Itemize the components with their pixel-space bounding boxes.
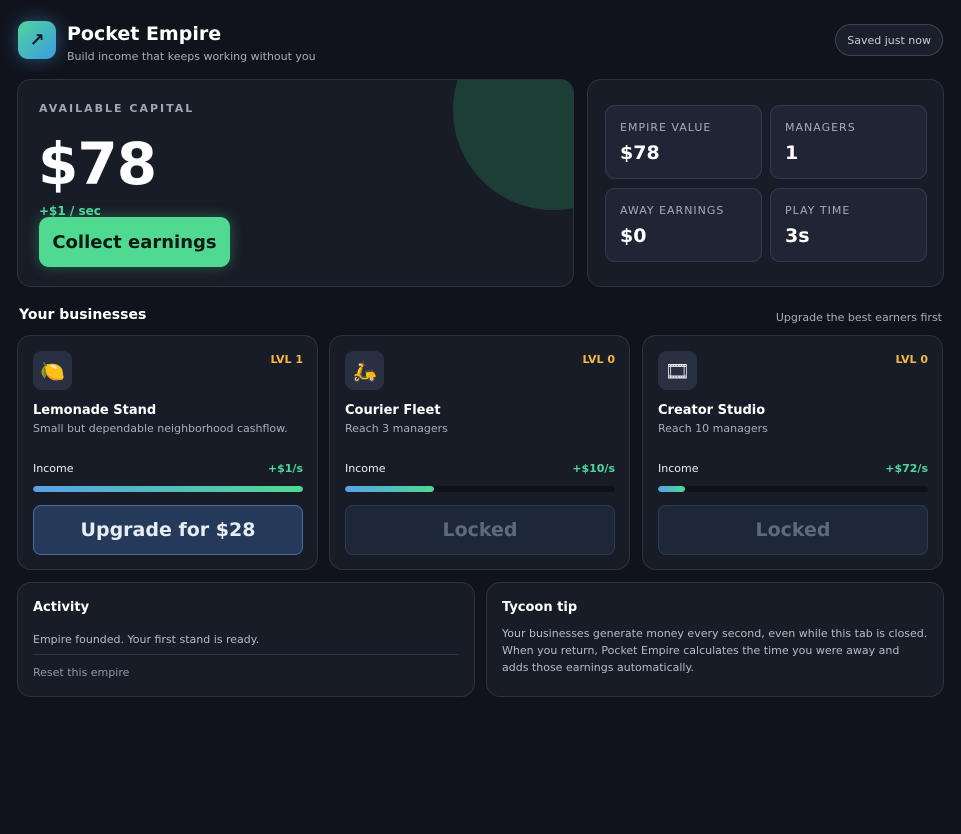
app-title: Pocket Empire: [67, 23, 222, 45]
stat-value: $78: [620, 142, 660, 164]
capital-value: $78: [38, 130, 157, 198]
stat-label: EMPIRE VALUE: [620, 121, 712, 134]
business-level-badge: LVL 0: [582, 353, 615, 366]
business-level-badge: LVL 1: [270, 353, 303, 366]
businesses-section-title: Your businesses: [19, 307, 147, 323]
scooter-icon: 🛵: [345, 351, 384, 390]
income-progress-bar: [33, 486, 303, 492]
stat-value: $0: [620, 225, 647, 247]
capital-rate: +$1 / sec: [39, 204, 101, 218]
reset-empire-link[interactable]: Reset this empire: [33, 666, 129, 679]
locked-button[interactable]: Locked: [658, 505, 928, 555]
business-card-lemonade-stand: 🍋 LVL 1 Lemonade Stand Small but dependa…: [17, 335, 318, 570]
income-label: Income: [345, 462, 386, 475]
divider: [33, 654, 459, 655]
stat-value: 3s: [785, 225, 810, 247]
collect-earnings-button[interactable]: Collect earnings: [39, 217, 230, 267]
activity-title: Activity: [33, 600, 90, 615]
capital-panel: AVAILABLE CAPITAL $78 +$1 / sec Collect …: [17, 79, 574, 287]
income-label: Income: [33, 462, 74, 475]
activity-panel: Activity Empire founded. Your first stan…: [17, 582, 475, 697]
capital-label: AVAILABLE CAPITAL: [39, 102, 195, 115]
income-value: +$1/s: [267, 462, 303, 475]
stat-label: PLAY TIME: [785, 204, 851, 217]
business-name: Creator Studio: [658, 403, 766, 418]
stat-label: AWAY EARNINGS: [620, 204, 725, 217]
income-value: +$72/s: [885, 462, 928, 475]
lemon-icon: 🍋: [33, 351, 72, 390]
app-header: ↗ Pocket Empire Build income that keeps …: [18, 21, 943, 63]
income-progress-fill: [33, 486, 303, 492]
arrow-up-right-icon: ↗: [18, 21, 56, 59]
locked-button[interactable]: Locked: [345, 505, 615, 555]
business-name: Courier Fleet: [345, 403, 441, 418]
income-progress-fill: [345, 486, 435, 492]
stats-panel: EMPIRE VALUE $78 MANAGERS 1 AWAY EARNING…: [587, 79, 944, 287]
stat-away-earnings: AWAY EARNINGS $0: [605, 188, 762, 262]
stat-label: MANAGERS: [785, 121, 856, 134]
decorative-glow: [453, 80, 573, 210]
stat-play-time: PLAY TIME 3s: [770, 188, 927, 262]
income-label: Income: [658, 462, 699, 475]
income-value: +$10/s: [572, 462, 615, 475]
income-progress-bar: [658, 486, 928, 492]
film-frames-icon: 🎞: [658, 351, 697, 390]
tip-title: Tycoon tip: [502, 600, 578, 615]
stat-empire-value: EMPIRE VALUE $78: [605, 105, 762, 179]
business-level-badge: LVL 0: [895, 353, 928, 366]
saved-status-badge: Saved just now: [835, 24, 943, 56]
stat-value: 1: [785, 142, 799, 164]
income-progress-fill: [658, 486, 685, 492]
business-description: Small but dependable neighborhood cashfl…: [33, 422, 288, 435]
activity-entry: Empire founded. Your first stand is read…: [33, 633, 260, 646]
business-card-courier-fleet: 🛵 LVL 0 Courier Fleet Reach 3 managers I…: [329, 335, 630, 570]
app-subtitle: Build income that keeps working without …: [67, 50, 316, 63]
upgrade-button[interactable]: Upgrade for $28: [33, 505, 303, 555]
stat-managers: MANAGERS 1: [770, 105, 927, 179]
business-card-creator-studio: 🎞 LVL 0 Creator Studio Reach 10 managers…: [642, 335, 943, 570]
business-description: Reach 10 managers: [658, 422, 768, 435]
business-name: Lemonade Stand: [33, 403, 157, 418]
businesses-section-hint: Upgrade the best earners first: [775, 311, 942, 324]
business-description: Reach 3 managers: [345, 422, 448, 435]
tip-text: Your businesses generate money every sec…: [502, 627, 928, 674]
tycoon-tip-panel: Tycoon tip Your businesses generate mone…: [486, 582, 944, 697]
income-progress-bar: [345, 486, 615, 492]
